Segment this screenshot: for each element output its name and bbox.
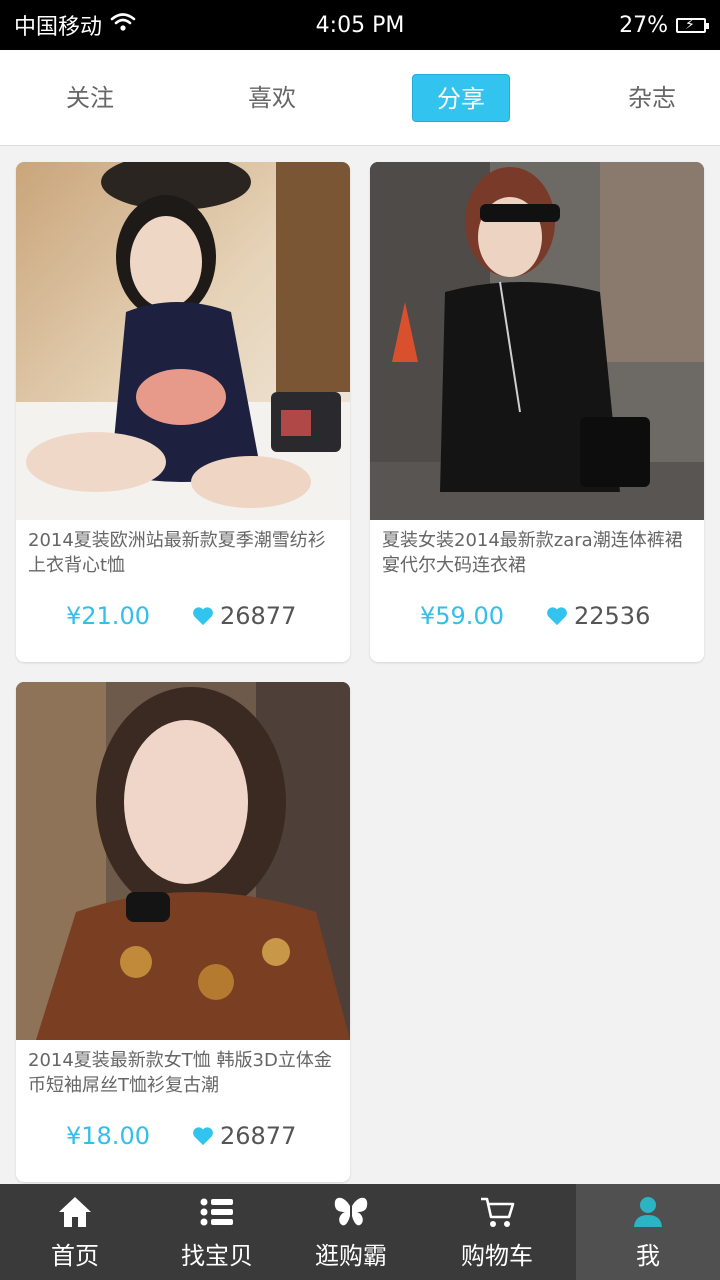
wifi-icon [110,12,136,38]
likes-count: 26877 [220,602,297,630]
status-left: 中国移动 [14,9,136,41]
product-card[interactable]: 2014夏装最新款女T恤 韩版3D立体金币短袖屌丝T恤衫复古潮 ¥18.00 2… [16,682,350,1182]
carrier-name: 中国移动 [14,15,103,40]
nav-label: 找宝贝 [181,1241,253,1270]
product-card[interactable]: 夏装女装2014最新款zara潮连体裤裙宴代尔大码连衣裙 ¥59.00 2253… [370,162,704,662]
nav-find[interactable]: 找宝贝 [150,1184,284,1280]
product-likes[interactable]: 26877 [192,1122,296,1150]
nav-label: 购物车 [461,1241,533,1270]
product-card[interactable]: 2014夏装欧洲站最新款夏季潮雪纺衫上衣背心t恤 ¥21.00 26877 [16,162,350,662]
nav-browse[interactable]: 逛购霸 [284,1184,418,1280]
likes-count: 22536 [574,602,651,630]
nav-label: 首页 [51,1241,99,1270]
likes-count: 26877 [220,1122,297,1150]
nav-cart[interactable]: 购物车 [418,1184,576,1280]
heart-icon [547,607,567,626]
top-tab-bar: 关注 喜欢 分享 杂志 [0,50,720,146]
product-photo[interactable] [16,682,350,1040]
nav-label: 逛购霸 [315,1241,387,1270]
status-bar: 中国移动 4:05 PM 27% ⚡ [0,0,720,50]
tab-like[interactable]: 喜欢 [222,74,322,122]
tab-share[interactable]: 分享 [412,74,510,122]
tab-follow[interactable]: 关注 [40,74,140,122]
product-photo[interactable] [370,162,704,520]
product-title[interactable]: 2014夏装欧洲站最新款夏季潮雪纺衫上衣背心t恤 [28,528,338,578]
nav-label: 我 [636,1241,660,1270]
tab-magazine[interactable]: 杂志 [602,74,702,122]
product-title[interactable]: 2014夏装最新款女T恤 韩版3D立体金币短袖屌丝T恤衫复古潮 [28,1048,338,1098]
cart-icon [477,1194,517,1230]
product-title[interactable]: 夏装女装2014最新款zara潮连体裤裙宴代尔大码连衣裙 [382,528,692,578]
status-right: 27% ⚡ [619,12,709,38]
heart-icon [193,1127,213,1146]
list-icon [197,1194,237,1230]
product-price: ¥21.00 [66,602,150,630]
product-price: ¥18.00 [66,1122,150,1150]
home-icon [55,1194,95,1230]
product-likes[interactable]: 22536 [546,602,650,630]
product-photo[interactable] [16,162,350,520]
battery-percent: 27% [619,12,668,38]
user-icon [628,1194,668,1230]
bottom-nav: 首页 找宝贝 逛购霸 购物车 我 [0,1184,720,1280]
nav-home[interactable]: 首页 [0,1184,150,1280]
butterfly-icon [331,1194,371,1230]
product-price: ¥59.00 [420,602,504,630]
heart-icon [193,607,213,626]
battery-icon: ⚡ [676,17,709,33]
nav-me[interactable]: 我 [576,1184,720,1280]
product-likes[interactable]: 26877 [192,602,296,630]
